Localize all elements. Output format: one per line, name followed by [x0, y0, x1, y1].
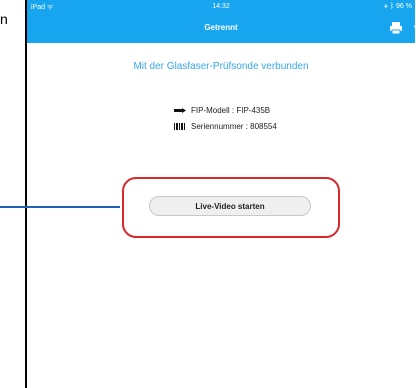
status-right: ✈ ᛒ 96 %	[383, 3, 412, 10]
barcode-icon	[174, 123, 186, 130]
nav-bar: Getrennt ‹	[27, 13, 416, 43]
serial-label: Seriennummer : 808554	[191, 122, 277, 131]
probe-icon	[174, 107, 186, 114]
callout-pointer-line	[0, 206, 120, 208]
connection-headline: Mit der Glasfaser-Prüfsonde verbunden	[133, 61, 309, 72]
serial-row: Seriennummer : 808554	[174, 122, 277, 131]
status-time: 14:32	[212, 3, 230, 10]
status-bar: iPad ᯤ 14:32 ✈ ᛒ 96 %	[27, 0, 415, 13]
page-text-fragment: n	[0, 11, 8, 27]
model-row: FIP-Modell : FIP-435B	[174, 106, 270, 115]
nav-title: Getrennt	[204, 23, 238, 32]
printer-icon[interactable]	[389, 21, 403, 35]
tablet-screen: iPad ᯤ 14:32 ✈ ᛒ 96 % Getrennt ‹ Mit der…	[25, 0, 416, 388]
start-live-video-button[interactable]: Live-Video starten	[149, 196, 311, 216]
model-label: FIP-Modell : FIP-435B	[191, 106, 271, 115]
